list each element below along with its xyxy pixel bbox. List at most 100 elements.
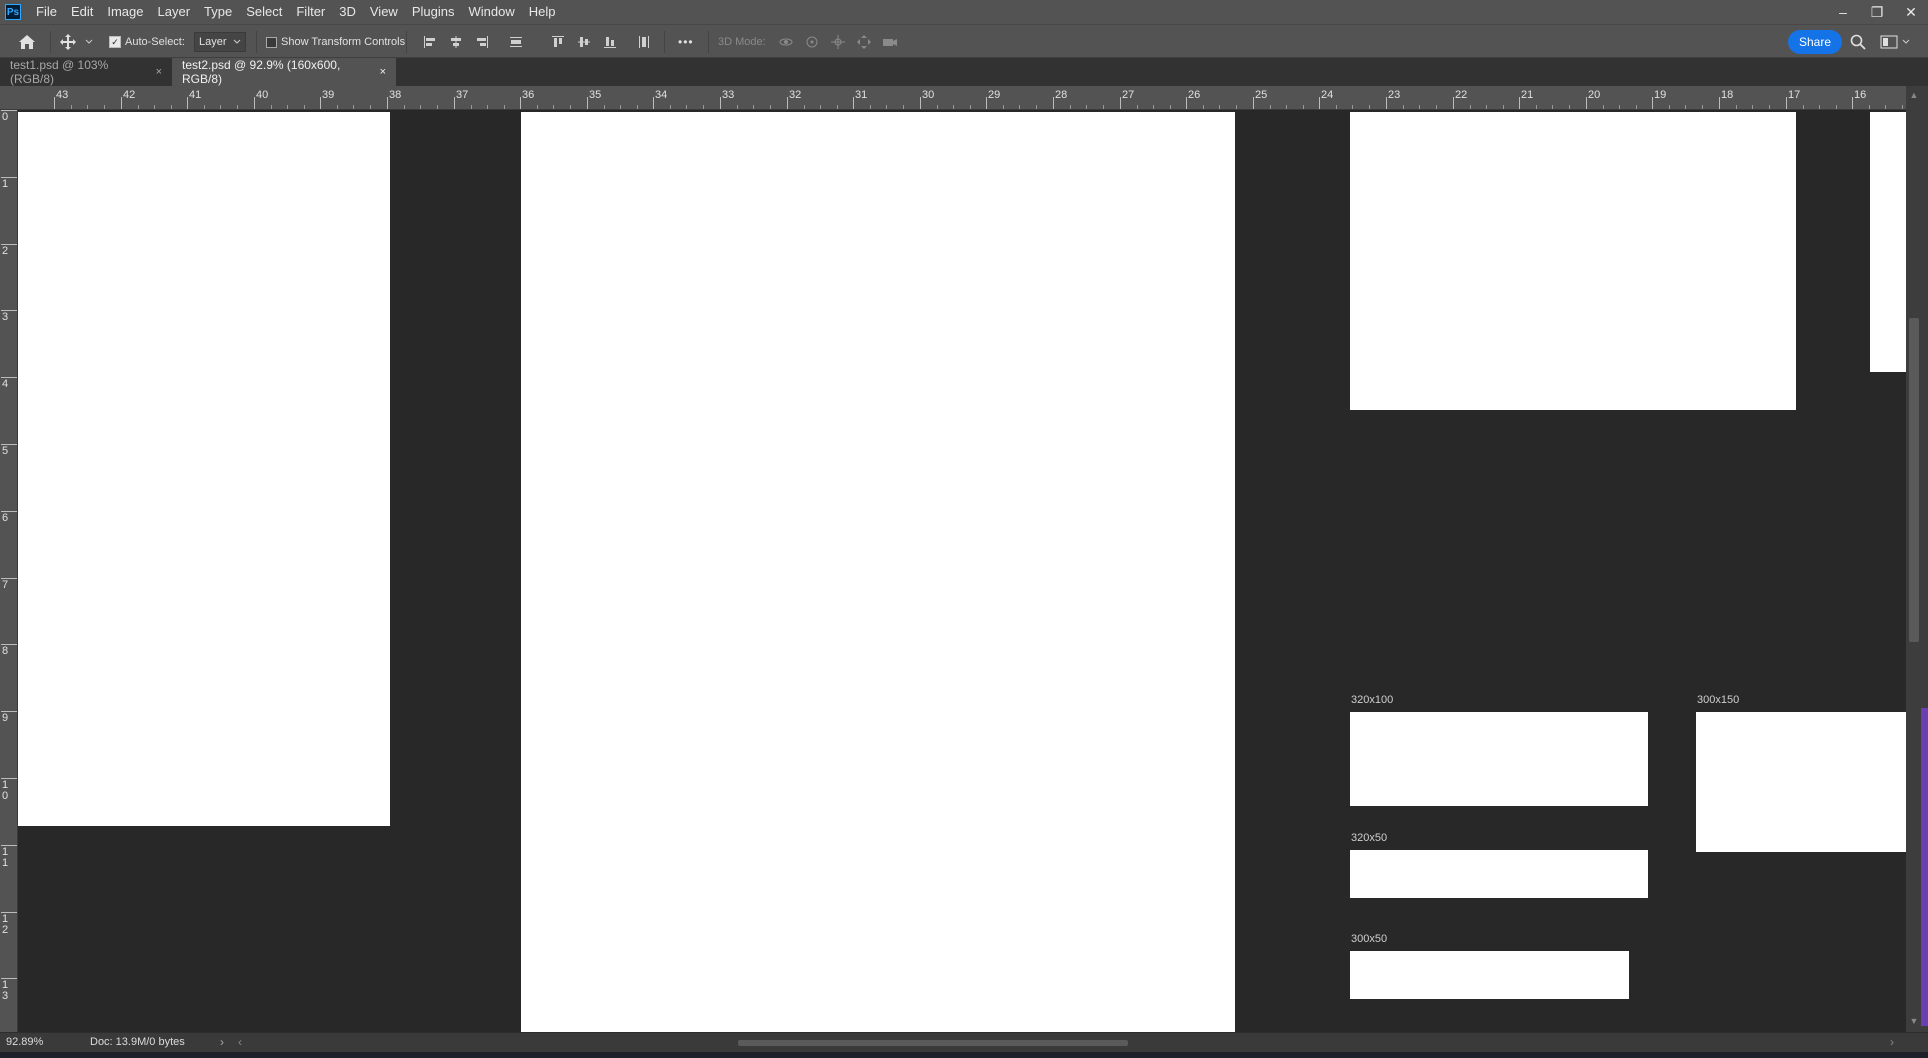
share-button[interactable]: Share	[1788, 30, 1843, 54]
artboard-300x150[interactable]	[1696, 712, 1906, 852]
ruler-minor-tick	[87, 105, 88, 109]
more-options-button[interactable]: •••	[678, 25, 694, 59]
ruler-label: 1 1	[2, 846, 9, 869]
ruler-label: 2	[2, 245, 9, 257]
ruler-minor-tick	[304, 105, 305, 109]
ruler-label: 30	[922, 89, 935, 101]
ruler-minor-tick	[1536, 105, 1537, 109]
ruler-minor-tick	[1603, 105, 1604, 109]
show-transform-controls-label: Show Transform Controls	[281, 36, 406, 48]
align-right-button[interactable]	[474, 25, 490, 59]
ruler-minor-tick	[1036, 105, 1037, 109]
ruler-label: 21	[1521, 89, 1534, 101]
zoom-level[interactable]: 92.89%	[6, 1036, 43, 1048]
distribute-horizontal-icon	[510, 37, 522, 47]
ruler-label: 31	[855, 89, 868, 101]
ruler-label: 43	[56, 89, 69, 101]
align-top-button[interactable]	[550, 25, 566, 59]
ruler-minor-tick	[487, 105, 488, 109]
vertical-ruler[interactable]: 0 1 2 3 4 5 6 7 8 9 1 0 1 1 1 2 1 3	[0, 110, 18, 1032]
ruler-minor-tick	[220, 105, 221, 109]
search-button[interactable]	[1850, 25, 1866, 59]
ruler-tick	[1852, 97, 1853, 109]
close-button[interactable]: ✕	[1902, 3, 1920, 21]
align-bottom-button[interactable]	[602, 25, 618, 59]
ruler-minor-tick	[1486, 105, 1487, 109]
menu-layer[interactable]: Layer	[151, 0, 198, 24]
align-center-h-button[interactable]	[448, 25, 464, 59]
distribute-vertical-button[interactable]	[636, 25, 652, 59]
3d-pan-button[interactable]	[830, 25, 846, 59]
ruler-label: 1 3	[2, 979, 9, 1002]
ruler-minor-tick	[138, 105, 139, 109]
workspace-switcher-button[interactable]	[1880, 25, 1911, 59]
ruler-minor-tick	[1470, 105, 1471, 109]
artboard-top-right[interactable]	[1350, 112, 1796, 410]
menu-plugins[interactable]: Plugins	[405, 0, 462, 24]
tab-test1[interactable]: test1.psd @ 103% (RGB/8) ×	[0, 58, 172, 86]
show-transform-controls-checkbox[interactable]: Show Transform Controls	[266, 25, 405, 59]
chevron-down-icon	[1902, 39, 1910, 44]
side-panel-edge	[1921, 708, 1928, 1026]
home-button[interactable]	[18, 25, 36, 59]
3d-slide-button[interactable]	[856, 25, 872, 59]
vertical-scroll-thumb[interactable]	[1909, 318, 1919, 642]
ruler-label: 20	[1588, 89, 1601, 101]
tab-close-icon[interactable]: ×	[156, 66, 162, 78]
ruler-tick	[1652, 97, 1653, 109]
artboard-320x100[interactable]	[1350, 712, 1648, 806]
ruler-tick	[187, 97, 188, 109]
artboard-160x600[interactable]	[521, 112, 1235, 1032]
ruler-tick	[986, 97, 987, 109]
menu-filter[interactable]: Filter	[289, 0, 332, 24]
ruler-minor-tick	[804, 105, 805, 109]
tab-test2[interactable]: test2.psd @ 92.9% (160x600, RGB/8) ×	[172, 58, 396, 86]
ruler-tick	[254, 97, 255, 109]
align-left-button[interactable]	[422, 25, 438, 59]
menu-3d[interactable]: 3D	[332, 0, 363, 24]
menu-view[interactable]: View	[363, 0, 405, 24]
menu-image[interactable]: Image	[100, 0, 150, 24]
ruler-minor-tick	[171, 105, 172, 109]
ruler-minor-tick	[1436, 105, 1437, 109]
ruler-minor-tick	[1669, 105, 1670, 109]
distribute-horizontal-button[interactable]	[508, 25, 524, 59]
status-menu-arrow[interactable]: ›	[220, 1035, 224, 1049]
artboard-300x50[interactable]	[1350, 951, 1629, 999]
ruler-label: 34	[655, 89, 668, 101]
tool-preset-dropdown[interactable]	[85, 25, 93, 59]
align-center-v-button[interactable]	[576, 25, 592, 59]
menu-edit[interactable]: Edit	[64, 0, 100, 24]
auto-select-target-dropdown[interactable]: Layer	[194, 32, 246, 52]
tab-close-icon[interactable]: ×	[380, 66, 386, 78]
status-bar: 92.89% Doc: 13.9M/0 bytes › ‹ ›	[0, 1032, 1928, 1052]
ruler-minor-tick	[1003, 105, 1004, 109]
document-canvas[interactable]: 320x100 300x150 320x50 300x50	[18, 110, 1906, 1032]
ruler-label: 32	[789, 89, 802, 101]
scroll-right-icon[interactable]: ›	[1890, 1035, 1894, 1049]
menu-file[interactable]: File	[29, 0, 64, 24]
3d-orbit-button[interactable]	[778, 25, 794, 59]
horizontal-ruler[interactable]: 43 42 41 40 39 38 37 36 35 34 33 32 31 30 29 28 27 26 25 24…	[0, 86, 1906, 110]
scroll-left-icon[interactable]: ‹	[238, 1035, 242, 1049]
restore-button[interactable]: ❐	[1868, 3, 1886, 21]
scroll-down-icon[interactable]: ▼	[1907, 1016, 1921, 1026]
menu-window[interactable]: Window	[461, 0, 521, 24]
3d-roll-button[interactable]	[804, 25, 820, 59]
scroll-up-icon[interactable]: ▲	[1907, 90, 1921, 100]
artboard-320x50[interactable]	[1350, 850, 1648, 898]
artboard-left[interactable]	[18, 112, 390, 826]
horizontal-scroll-thumb[interactable]	[738, 1040, 1128, 1046]
ruler-label: 4	[2, 378, 9, 390]
auto-select-checkbox[interactable]: ✓ Auto-Select:	[109, 25, 185, 59]
ruler-minor-tick	[770, 105, 771, 109]
menu-help[interactable]: Help	[522, 0, 563, 24]
3d-camera-button[interactable]	[882, 25, 898, 59]
menu-select[interactable]: Select	[239, 0, 289, 24]
artboard-far-right[interactable]	[1870, 112, 1906, 372]
menu-type[interactable]: Type	[197, 0, 239, 24]
minimize-button[interactable]: –	[1834, 3, 1852, 21]
ruler-minor-tick	[1819, 105, 1820, 109]
move-tool-button[interactable]	[60, 25, 76, 59]
tab-label: test1.psd @ 103% (RGB/8)	[10, 58, 109, 86]
